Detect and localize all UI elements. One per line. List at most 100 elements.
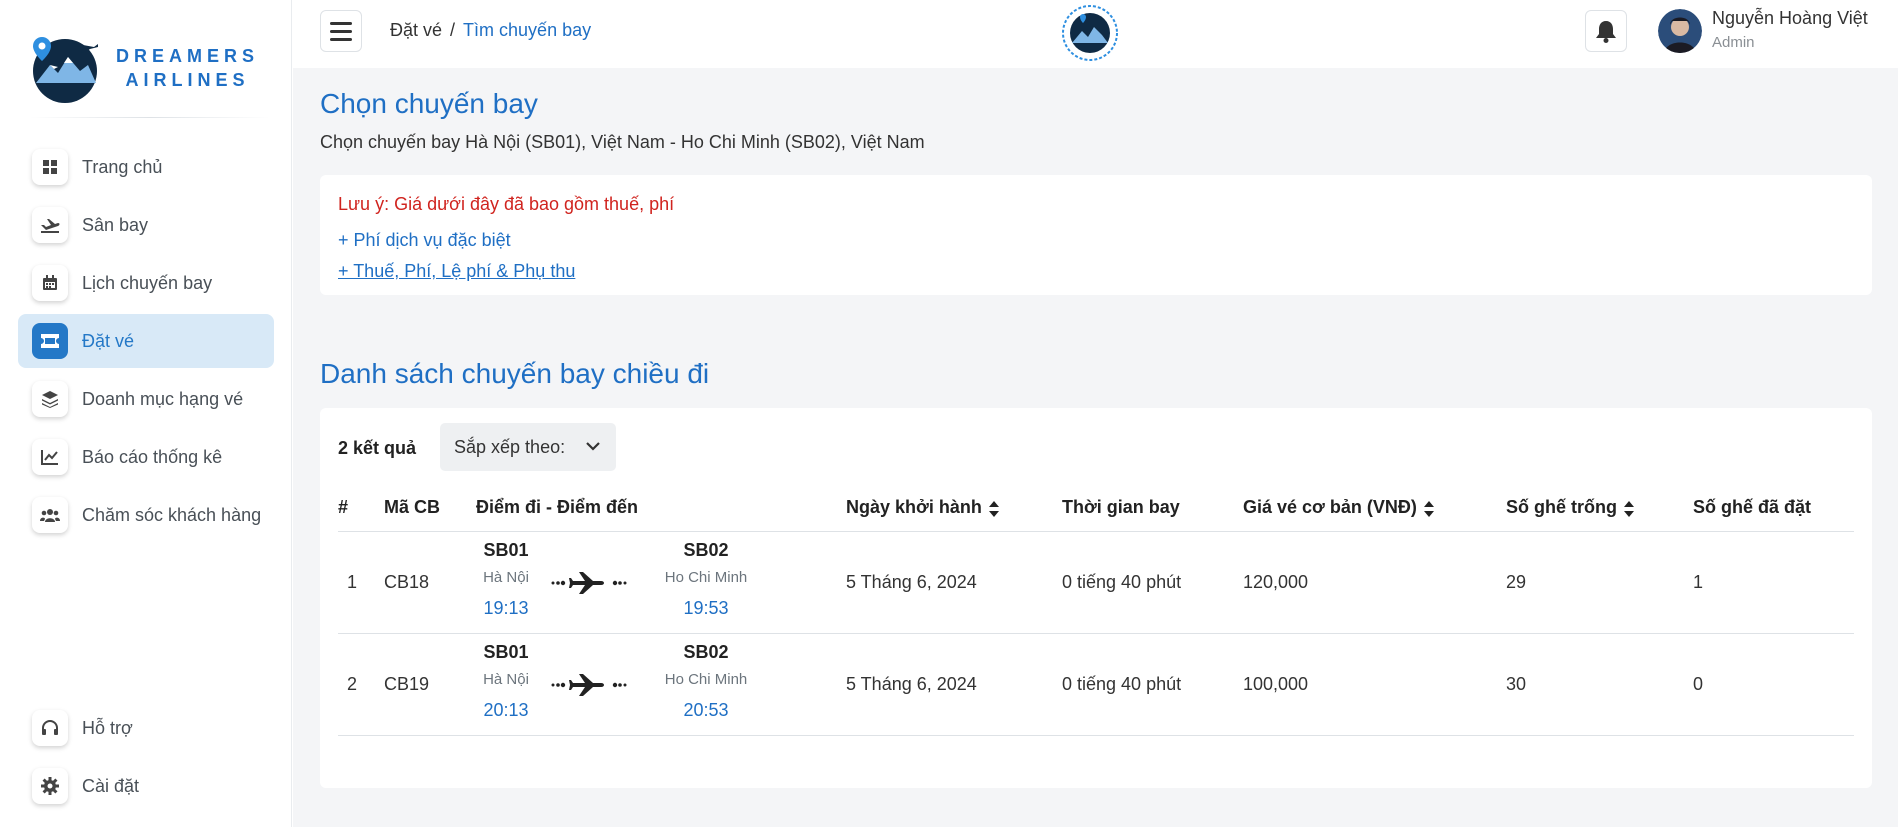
sidebar-item-label: Báo cáo thống kê xyxy=(82,446,223,467)
user-role: Admin xyxy=(1712,34,1755,51)
sort-select[interactable]: Sắp xếp theo: xyxy=(440,423,616,471)
flight-list-card: 2 kết quả Sắp xếp theo: # Mã CB Điểm đi … xyxy=(320,408,1872,788)
main-content: Chọn chuyến bay Chọn chuyến bay Hà Nội (… xyxy=(293,68,1898,827)
breadcrumb: Đặt vé / Tìm chuyến bay xyxy=(390,20,591,41)
sidebar-item-ticket-class[interactable]: Doanh mục hạng vé xyxy=(18,372,274,426)
departure-date: 5 Tháng 6, 2024 xyxy=(846,633,1062,736)
col-seats-booked: Số ghế đã đặt xyxy=(1693,485,1854,532)
sidebar-item-home[interactable]: Trang chủ xyxy=(18,140,274,194)
sort-icon[interactable] xyxy=(1623,500,1635,518)
sort-icon[interactable] xyxy=(988,500,1000,518)
gear-icon xyxy=(32,768,68,804)
user-name: Nguyễn Hoàng Việt xyxy=(1712,8,1868,28)
hamburger-icon xyxy=(330,21,352,25)
seats-free: 29 xyxy=(1506,531,1693,634)
avatar[interactable] xyxy=(1658,9,1702,53)
flight-duration: 0 tiếng 40 phút xyxy=(1062,531,1243,634)
origin-city: Hà Nội xyxy=(483,671,529,688)
sidebar-item-booking[interactable]: Đặt vé xyxy=(18,314,274,368)
layers-icon xyxy=(32,381,68,417)
plane-route-icon xyxy=(551,674,627,696)
brand-line2: AIRLINES xyxy=(125,70,250,90)
brand[interactable]: DREAMERS AIRLINES xyxy=(28,28,268,108)
price-note-card: Lưu ý: Giá dưới đây đã bao gồm thuế, phí… xyxy=(320,175,1872,295)
sidebar-item-label: Doanh mục hạng vé xyxy=(82,388,244,409)
plane-route-icon xyxy=(551,572,627,594)
table-row[interactable]: 2 CB19 SB01 Hà Nội 20:13 SB02 Ho Chi Min… xyxy=(338,633,1854,736)
sidebar-item-label: Chăm sóc khách hàng xyxy=(82,504,262,525)
sidebar-item-label: Cài đặt xyxy=(82,775,140,796)
sidebar-item-support[interactable]: Hỗ trợ xyxy=(18,701,274,755)
seats-free: 30 xyxy=(1506,633,1693,736)
headset-icon xyxy=(32,710,68,746)
destination-city: Ho Chi Minh xyxy=(664,569,748,586)
origin-code: SB01 xyxy=(483,642,529,662)
sidebar-item-label: Sân bay xyxy=(82,214,149,235)
base-price: 120,000 xyxy=(1243,531,1506,634)
calendar-icon xyxy=(32,265,68,301)
col-flight-time: Thời gian bay xyxy=(1062,485,1243,532)
notification-button[interactable] xyxy=(1585,10,1627,52)
sort-icon[interactable] xyxy=(1423,500,1435,518)
sidebar-item-label: Trang chủ xyxy=(82,156,163,177)
home-icon xyxy=(32,149,68,185)
arrival-time: 20:53 xyxy=(683,700,729,720)
airline-logo-small[interactable] xyxy=(1060,3,1120,63)
route-cell: SB01 Hà Nội 19:13 SB02 Ho Chi Minh 19:53 xyxy=(476,531,846,634)
menu-toggle-button[interactable] xyxy=(320,10,362,52)
destination-city: Ho Chi Minh xyxy=(664,671,748,688)
ticket-icon xyxy=(32,323,68,359)
brand-line1: DREAMERS xyxy=(116,46,260,66)
page-subtitle: Chọn chuyến bay Hà Nội (SB01), Việt Nam … xyxy=(320,132,925,152)
sidebar-item-customer-care[interactable]: Chăm sóc khách hàng xyxy=(18,488,274,542)
departure-date: 5 Tháng 6, 2024 xyxy=(846,531,1062,634)
taxes-fees-link[interactable]: + Thuế, Phí, Lệ phí & Phụ thu xyxy=(338,261,575,282)
sort-label: Sắp xếp theo: xyxy=(454,436,566,457)
outbound-flights-title: Danh sách chuyến bay chiều đi xyxy=(320,358,710,389)
col-route: Điểm đi - Điểm đến xyxy=(476,485,846,532)
route-cell: SB01 Hà Nội 20:13 SB02 Ho Chi Minh 20:53 xyxy=(476,633,846,736)
sidebar-item-reports[interactable]: Báo cáo thống kê xyxy=(18,430,274,484)
table-header-row: # Mã CB Điểm đi - Điểm đến Ngày khởi hàn… xyxy=(338,485,1854,532)
sidebar-item-label: Hỗ trợ xyxy=(82,717,133,738)
destination-code: SB02 xyxy=(683,540,729,560)
price-note-warning: Lưu ý: Giá dưới đây đã bao gồm thuế, phí xyxy=(338,194,675,214)
col-flight-code: Mã CB xyxy=(384,485,476,532)
departure-time: 20:13 xyxy=(483,700,529,720)
sidebar: DREAMERS AIRLINES Trang chủ Sân bay Lịch… xyxy=(0,0,292,827)
sidebar-item-label: Lịch chuyến bay xyxy=(82,272,213,293)
row-index: 2 xyxy=(338,633,384,736)
seats-booked: 0 xyxy=(1693,633,1854,736)
base-price: 100,000 xyxy=(1243,633,1506,736)
col-index: # xyxy=(338,485,384,532)
chevron-down-icon xyxy=(586,442,600,451)
airline-logo xyxy=(33,37,98,103)
plane-departure-icon xyxy=(32,207,68,243)
destination-code: SB02 xyxy=(683,642,729,662)
origin-code: SB01 xyxy=(483,540,529,560)
sidebar-item-label: Đặt vé xyxy=(82,330,135,351)
col-base-price[interactable]: Giá vé cơ bản (VNĐ) xyxy=(1243,485,1506,532)
breadcrumb-separator: / xyxy=(450,20,456,40)
topbar: Đặt vé / Tìm chuyến bay Nguyễn Hoàng Việt … xyxy=(293,0,1898,68)
divider xyxy=(30,117,270,118)
departure-time: 19:13 xyxy=(483,598,529,618)
breadcrumb-current: Tìm chuyến bay xyxy=(463,20,592,40)
breadcrumb-parent[interactable]: Đặt vé xyxy=(390,20,442,40)
special-service-fee-link[interactable]: + Phí dịch vụ đặc biệt xyxy=(338,230,511,251)
page-title: Chọn chuyến bay xyxy=(320,88,538,119)
table-row[interactable]: 1 CB18 SB01 Hà Nội 19:13 SB02 Ho Chi Min… xyxy=(338,531,1854,634)
origin-city: Hà Nội xyxy=(483,569,529,586)
sidebar-item-schedule[interactable]: Lịch chuyến bay xyxy=(18,256,274,310)
seats-booked: 1 xyxy=(1693,531,1854,634)
sidebar-item-settings[interactable]: Cài đặt xyxy=(18,759,274,813)
users-icon xyxy=(32,497,68,533)
flight-table: # Mã CB Điểm đi - Điểm đến Ngày khởi hàn… xyxy=(338,485,1854,736)
result-count: 2 kết quả xyxy=(338,438,417,458)
sidebar-item-airport[interactable]: Sân bay xyxy=(18,198,274,252)
arrival-time: 19:53 xyxy=(683,598,729,618)
row-index: 1 xyxy=(338,531,384,634)
flight-duration: 0 tiếng 40 phút xyxy=(1062,633,1243,736)
col-seats-free[interactable]: Số ghế trống xyxy=(1506,485,1693,532)
col-departure-date[interactable]: Ngày khởi hành xyxy=(846,485,1062,532)
